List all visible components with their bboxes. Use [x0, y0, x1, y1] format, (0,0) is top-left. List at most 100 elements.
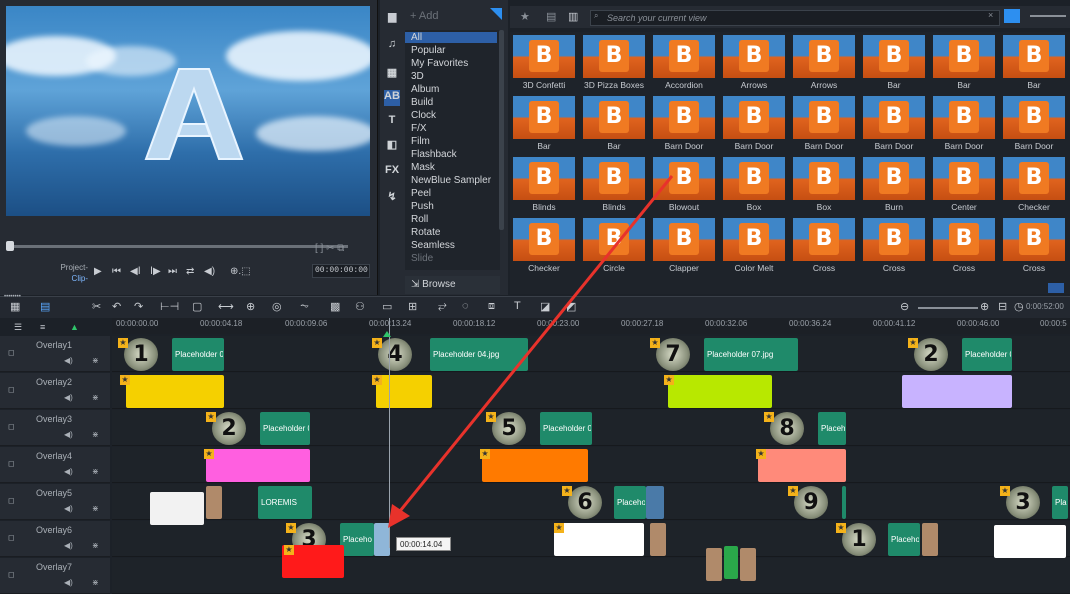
fit-project-icon[interactable]: ⊟	[998, 300, 1007, 313]
transition-thumbnail[interactable]: B	[513, 157, 575, 200]
multi-camera-icon[interactable]: ⊞	[408, 300, 417, 313]
media-clip[interactable]	[994, 525, 1066, 558]
mute-icon[interactable]: ◀)	[64, 430, 73, 439]
transition-thumbnail[interactable]: B	[933, 157, 995, 200]
category-clock[interactable]: Clock	[411, 110, 436, 121]
transition-thumbnail[interactable]: B	[863, 218, 925, 261]
volume-icon[interactable]: ◀)	[204, 266, 215, 277]
repeat-icon[interactable]: ⇄	[186, 266, 194, 277]
show-all-tracks-icon[interactable]: ▲	[70, 322, 79, 332]
transition-thumbnail[interactable]: B	[793, 96, 855, 139]
go-to-end-icon[interactable]: ⏭	[168, 266, 177, 277]
browse-button[interactable]: ⇲ Browse	[405, 276, 500, 294]
numbered-overlay-clip[interactable]: 6	[568, 486, 602, 519]
media-clip[interactable]	[126, 375, 224, 408]
media-clip[interactable]	[646, 486, 664, 519]
category-peel[interactable]: Peel	[411, 188, 431, 199]
mute-icon[interactable]: ◀)	[64, 467, 73, 476]
numbered-overlay-clip[interactable]: 9	[794, 486, 828, 519]
add-to-favorites-icon[interactable]: ▤	[546, 10, 556, 23]
transition-thumbnail[interactable]: B	[1003, 218, 1065, 261]
placeholder-clip[interactable]: Placeho	[340, 523, 374, 556]
mute-icon[interactable]: ◀)	[64, 393, 73, 402]
track-header[interactable]: ◻ Overlay2 ◀) ⋇	[0, 373, 110, 409]
category-my-favorites[interactable]: My Favorites	[411, 58, 468, 69]
track-visibility-icon[interactable]: ◻	[8, 422, 15, 431]
insert-icon[interactable]: ⊕	[246, 300, 255, 313]
clear-search-icon[interactable]: ×	[988, 10, 993, 20]
split-screen-icon[interactable]: ▩	[330, 300, 340, 313]
track-lane[interactable]	[112, 558, 1070, 594]
placeholder-clip[interactable]: Placeho	[818, 412, 846, 445]
transition-thumbnail[interactable]: B	[933, 35, 995, 78]
category-film[interactable]: Film	[411, 136, 430, 147]
timeline-ruler[interactable]	[112, 318, 1070, 334]
track-visibility-icon[interactable]: ◻	[8, 496, 15, 505]
numbered-overlay-clip[interactable]: 1	[842, 523, 876, 556]
instant-project-icon[interactable]: ▦	[384, 66, 400, 82]
grid-view-icon[interactable]	[1048, 283, 1064, 293]
media-clip[interactable]	[922, 523, 938, 556]
transition-thumbnail[interactable]: B	[723, 218, 785, 261]
ripple-icon[interactable]: ⋇	[92, 578, 99, 587]
category-fx[interactable]: F/X	[411, 123, 427, 134]
media-clip[interactable]	[554, 523, 644, 556]
category-popular[interactable]: Popular	[411, 45, 445, 56]
add-chapter-icon[interactable]: ≡	[40, 322, 45, 332]
media-clip[interactable]	[206, 486, 222, 519]
screen-capture-icon[interactable]: ▢	[192, 300, 202, 313]
transition-thumbnail[interactable]: B	[723, 157, 785, 200]
transition-icon[interactable]: AB	[384, 90, 400, 106]
enhance-icon[interactable]: ◩	[566, 300, 576, 313]
category-flashback[interactable]: Flashback	[411, 149, 457, 160]
transition-thumbnail[interactable]: B	[863, 157, 925, 200]
numbered-overlay-clip[interactable]: 1	[124, 338, 158, 371]
previous-frame-icon[interactable]: ◀Ⅰ	[130, 266, 141, 277]
transition-thumbnail[interactable]: B	[513, 35, 575, 78]
placeholder-clip[interactable]: Placeholder 0	[172, 338, 224, 371]
ripple-icon[interactable]: ⋇	[92, 504, 99, 513]
placeholder-clip[interactable]: Pla	[1052, 486, 1068, 519]
transition-thumbnail[interactable]: B	[583, 157, 645, 200]
mute-icon[interactable]: ◀)	[64, 541, 73, 550]
tools-icon[interactable]: ✂	[92, 300, 101, 313]
3d-title-icon[interactable]: ⧈	[488, 300, 495, 313]
transition-thumbnail[interactable]: B	[583, 218, 645, 261]
placeholder-clip[interactable]: Placeholder 04.jpg	[430, 338, 528, 371]
preview-scrubber-track[interactable]	[8, 245, 348, 248]
media-clip[interactable]	[724, 546, 738, 579]
media-clip[interactable]	[376, 375, 432, 408]
track-header[interactable]: ◻ Overlay1 ◀) ⋇	[0, 336, 110, 372]
numbered-overlay-clip[interactable]: 2	[914, 338, 948, 371]
category-roll[interactable]: Roll	[411, 214, 428, 225]
category-rotate[interactable]: Rotate	[411, 227, 440, 238]
transition-thumbnail[interactable]: B	[863, 35, 925, 78]
numbered-overlay-clip[interactable]: 7	[656, 338, 690, 371]
graphics-icon[interactable]: ◧	[384, 138, 400, 154]
transition-thumbnail[interactable]: B	[513, 218, 575, 261]
transition-thumbnail[interactable]: B	[723, 35, 785, 78]
mute-icon[interactable]: ◀)	[64, 578, 73, 587]
track-header[interactable]: ◻ Overlay5 ◀) ⋇	[0, 484, 110, 520]
track-header[interactable]: ◻ Overlay3 ◀) ⋇	[0, 410, 110, 446]
audio-mixer-icon[interactable]: ⏦	[300, 300, 309, 313]
numbered-overlay-clip[interactable]: 8	[770, 412, 804, 445]
list-view-icon[interactable]	[1004, 9, 1020, 23]
numbered-overlay-clip[interactable]: 5	[492, 412, 526, 445]
track-header[interactable]: ◻ Overlay6 ◀) ⋇	[0, 521, 110, 557]
placeholder-clip[interactable]: Pla	[842, 486, 846, 519]
ripple-icon[interactable]: ⋇	[92, 467, 99, 476]
title-icon[interactable]: T	[384, 114, 400, 130]
transition-thumbnail[interactable]: B	[793, 218, 855, 261]
undo-icon[interactable]: ↶	[112, 300, 121, 313]
project-mode-label[interactable]: Project-	[58, 263, 88, 272]
media-clip[interactable]	[758, 449, 846, 482]
search-input[interactable]: Search your current view	[590, 10, 1000, 26]
video-effect-icon[interactable]: ◪	[540, 300, 550, 313]
transition-thumbnail[interactable]: B	[933, 218, 995, 261]
mask-creator-icon[interactable]: ◌	[462, 300, 469, 312]
text-icon[interactable]: T	[514, 300, 521, 312]
track-manager-icon[interactable]: ☰	[14, 322, 22, 333]
category-album[interactable]: Album	[411, 84, 439, 95]
track-header[interactable]: ◻ Overlay4 ◀) ⋇	[0, 447, 110, 483]
